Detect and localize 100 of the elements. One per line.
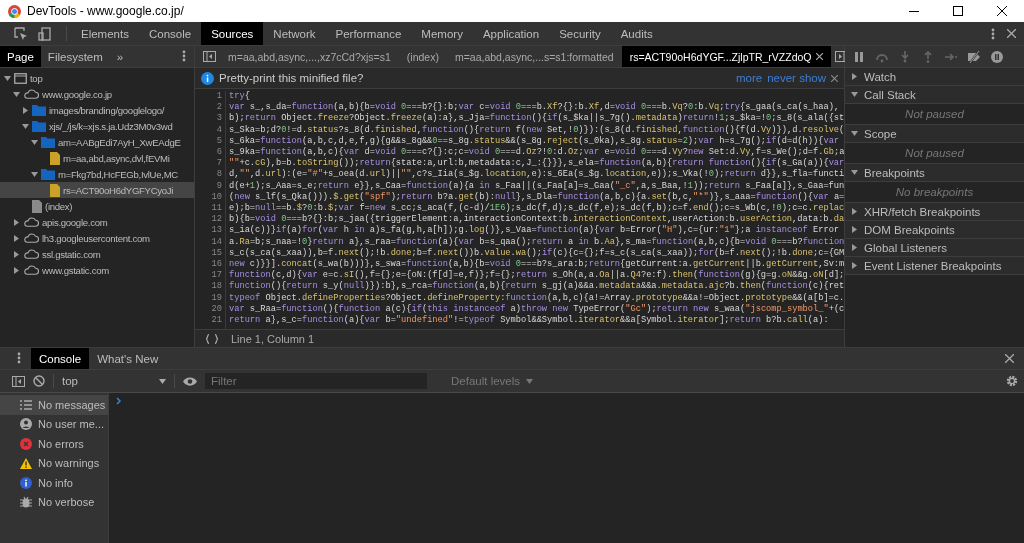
code-line: d,"",d.url):(e="#"+s_oea(d.url)||"",c?s_Iia(s_$g.location,e):s_6Ea(s_$g.location,e));s_Vka(!0);return d}},s_fla=functi [229,169,844,181]
code-line: try{ [229,91,250,103]
infobar-link[interactable]: more [736,72,763,84]
panel-tab[interactable]: Network [263,22,326,45]
console-sidebar-item[interactable]: No info [0,473,108,493]
panel-tab[interactable]: Security [549,22,611,45]
tree-item[interactable]: images/branding/googlelogo/ [0,102,194,118]
more-tabs-button[interactable]: » [109,46,131,67]
panel-tab[interactable]: Console [138,22,202,45]
collapse-arrow-icon[interactable] [851,91,858,98]
collapse-arrow-icon[interactable] [21,122,29,130]
console-sidebar-item[interactable]: No errors [0,434,108,454]
expand-arrow-icon[interactable] [851,208,858,215]
panel-tab[interactable]: Application [472,22,550,45]
sidebar-pane-header[interactable]: Event Listener Breakpoints [845,257,1024,275]
tree-item[interactable]: rs=ACT90oH6dYGFYCyoJi [0,182,194,198]
expand-arrow-icon[interactable] [851,262,858,269]
empty-pane-message: Not paused [905,108,964,120]
eye-icon[interactable] [183,376,197,386]
clear-icon[interactable] [33,375,45,387]
tree-item[interactable]: m=aa,abd,async,dvl,fEVMi [0,150,194,166]
tree-item[interactable]: ssl.gstatic.com [0,246,194,262]
sidebar-pane-header[interactable]: Breakpoints [845,164,1024,182]
folder-icon [41,168,55,180]
line-number: 17 [210,270,222,282]
navigator-tab[interactable]: Filesystem [40,46,110,67]
warning-icon [20,457,32,469]
expand-arrow-icon[interactable] [851,226,858,233]
info-icon [201,71,214,85]
context-dropdown[interactable]: top [53,374,175,388]
expand-arrow-icon[interactable] [12,266,20,274]
collapse-arrow-icon[interactable] [3,74,11,82]
expand-arrow-icon[interactable] [21,106,29,114]
filter-field[interactable]: Filter [205,373,427,389]
sidebar-pane-header[interactable]: Global Listeners [845,239,1024,257]
pause-on-exceptions-icon[interactable] [991,50,1003,63]
tree-item[interactable]: m=Fkg7bd,HcFEGb,IvlUe,MC [0,166,194,182]
expand-arrow-icon[interactable] [12,218,20,226]
expand-arrow-icon[interactable] [12,234,20,242]
collapse-arrow-icon[interactable] [30,138,38,146]
tree-item[interactable]: (index) [0,198,194,214]
drawer-tab[interactable]: What's New [89,348,167,369]
collapse-arrow-icon[interactable] [12,90,20,98]
pane-title: DOM Breakpoints [864,223,955,236]
expand-arrow-icon[interactable] [851,73,858,80]
collapse-arrow-icon[interactable] [30,170,38,178]
editor-tab[interactable]: m=aa,abd,async,...s=s1:formatted [446,46,622,67]
tree-item[interactable]: www.gstatic.com [0,262,194,278]
collapse-arrow-icon[interactable] [851,169,858,176]
editor-tab[interactable]: (index) [398,46,447,67]
toggle-sidebar-icon[interactable] [12,375,25,387]
more-icon[interactable] [17,352,21,364]
line-number: 19 [210,292,222,304]
panel-tab[interactable]: Audits [610,22,663,45]
settings-icon[interactable] [1006,375,1018,387]
panel-tab[interactable]: Memory [411,22,473,45]
line-number: 3 [215,113,222,125]
infobar-link[interactable]: never show [767,72,826,84]
editor-tab[interactable]: m=aa,abd,async,...,xz7cCd?xjs=s1 [220,46,399,67]
console-sidebar-item[interactable]: No warnings [0,453,108,473]
expand-arrow-icon[interactable] [12,250,20,258]
app-logo-icon [8,4,21,18]
collapse-arrow-icon[interactable] [851,130,858,137]
line-number: 8 [215,169,222,181]
panel-tab[interactable]: Performance [325,22,412,45]
editor-tab[interactable]: rs=ACT90oH6dYGF...ZjlpTR_rVZZdoQ [621,46,832,67]
toggle-navigator-icon[interactable] [203,51,216,62]
console-sidebar-item[interactable]: No user me... [0,414,108,434]
tree-item[interactable]: lh3.googleusercontent.com [0,230,194,246]
tree-item[interactable]: www.google.co.jp [0,86,194,102]
deactivate-breakpoints-icon[interactable] [968,50,980,63]
tree-item[interactable]: top [0,70,194,86]
expand-arrow-icon[interactable] [851,244,858,251]
close-icon[interactable] [816,53,824,60]
drawer-tab[interactable]: Console [31,348,90,369]
infobar-message: Pretty-print this minified file? [219,72,364,84]
sidebar-pane-header[interactable]: Call Stack [845,86,1024,104]
panel-tab[interactable]: Sources [201,22,264,45]
sidebar-pane-header[interactable]: XHR/fetch Breakpoints [845,203,1024,221]
pretty-print-icon[interactable] [205,333,219,344]
maximize-icon[interactable] [953,6,963,16]
console-sidebar-item[interactable]: No messages [0,395,108,415]
sidebar-pane-header[interactable]: Watch [845,68,1024,86]
prompt-icon[interactable] [116,397,122,405]
console-sidebar-item[interactable]: No verbose [0,492,108,512]
more-icon[interactable] [182,50,186,62]
pause-icon[interactable] [853,50,865,63]
device-toolbar-icon[interactable] [38,26,52,41]
frame-icon [14,72,27,84]
sidebar-pane-header[interactable]: DOM Breakpoints [845,221,1024,239]
inspect-icon[interactable] [14,26,28,41]
tree-item[interactable]: xjs/_/js/k=xjs.s.ja.Udz3M0v3wd [0,118,194,134]
tree-item[interactable]: apis.google.com [0,214,194,230]
navigator-tab[interactable]: Page [0,46,41,67]
tree-item[interactable]: am=AABgEdi7AyH_XwEAdgE [0,134,194,150]
tree-item-label: top [30,72,43,84]
more-icon[interactable] [991,27,995,40]
panel-tab[interactable]: Elements [71,22,139,45]
close-icon[interactable] [997,6,1007,16]
sidebar-pane-header[interactable]: Scope [845,125,1024,143]
